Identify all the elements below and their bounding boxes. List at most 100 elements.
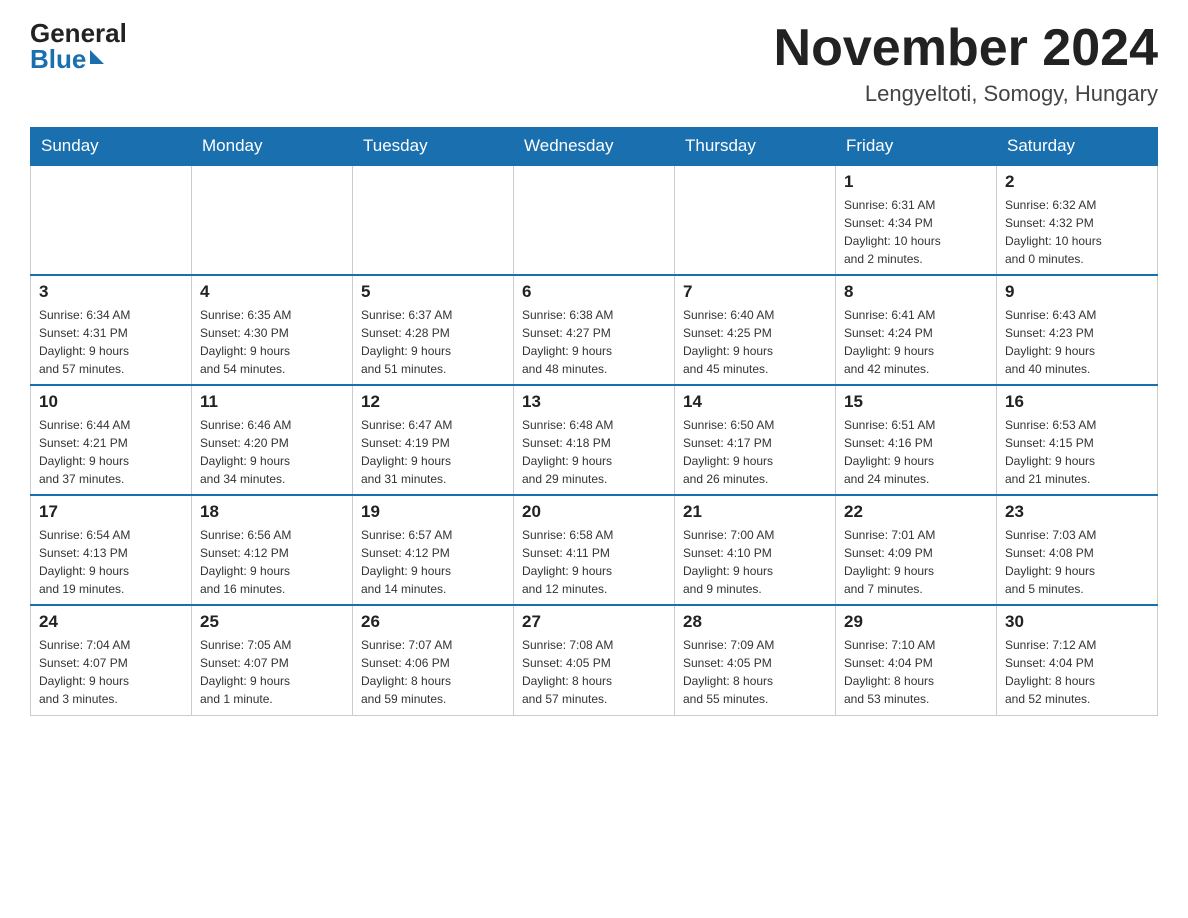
table-row: 3Sunrise: 6:34 AM Sunset: 4:31 PM Daylig…	[31, 275, 192, 385]
day-info: Sunrise: 7:00 AM Sunset: 4:10 PM Dayligh…	[683, 526, 827, 598]
day-info: Sunrise: 6:51 AM Sunset: 4:16 PM Dayligh…	[844, 416, 988, 488]
table-row: 4Sunrise: 6:35 AM Sunset: 4:30 PM Daylig…	[192, 275, 353, 385]
table-row: 18 Sunrise: 6:56 AM Sunset: 4:12 PM Dayli…	[192, 495, 353, 605]
header-saturday: Saturday	[997, 128, 1158, 166]
day-info: Sunrise: 6:54 AM Sunset: 4:13 PM Dayligh…	[39, 526, 183, 598]
table-row: 1 Sunrise: 6:31 AM Sunset: 4:34 PM Daylig…	[836, 165, 997, 275]
table-row	[31, 165, 192, 275]
table-row	[514, 165, 675, 275]
table-row: 15 Sunrise: 6:51 AM Sunset: 4:16 PM Dayli…	[836, 385, 997, 495]
header-wednesday: Wednesday	[514, 128, 675, 166]
table-row	[353, 165, 514, 275]
day-info: Sunrise: 6:53 AM Sunset: 4:15 PM Dayligh…	[1005, 416, 1149, 488]
day-number: 17	[39, 502, 183, 522]
table-row: 22 Sunrise: 7:01 AM Sunset: 4:09 PM Dayli…	[836, 495, 997, 605]
day-number: 10	[39, 392, 183, 412]
page-header: General Blue November 2024 Lengyeltoti, …	[30, 20, 1158, 107]
day-number: 2	[1005, 172, 1149, 192]
logo-blue-text: Blue	[30, 46, 104, 72]
table-row: 30Sunrise: 7:12 AM Sunset: 4:04 PM Dayli…	[997, 605, 1158, 715]
day-info: Sunrise: 7:04 AM Sunset: 4:07 PM Dayligh…	[39, 636, 183, 708]
day-info: Sunrise: 7:03 AM Sunset: 4:08 PM Dayligh…	[1005, 526, 1149, 598]
table-row: 27 Sunrise: 7:08 AM Sunset: 4:05 PM Dayli…	[514, 605, 675, 715]
table-row: 25Sunrise: 7:05 AM Sunset: 4:07 PM Dayli…	[192, 605, 353, 715]
day-info: Sunrise: 6:43 AM Sunset: 4:23 PM Dayligh…	[1005, 306, 1149, 378]
header-tuesday: Tuesday	[353, 128, 514, 166]
calendar-week-row: 10 Sunrise: 6:44 AM Sunset: 4:21 PM Dayli…	[31, 385, 1158, 495]
header-sunday: Sunday	[31, 128, 192, 166]
day-number: 7	[683, 282, 827, 302]
day-number: 13	[522, 392, 666, 412]
day-info: Sunrise: 6:37 AM Sunset: 4:28 PM Dayligh…	[361, 306, 505, 378]
day-number: 24	[39, 612, 183, 632]
calendar-header-row: Sunday Monday Tuesday Wednesday Thursday…	[31, 128, 1158, 166]
day-number: 14	[683, 392, 827, 412]
table-row: 13 Sunrise: 6:48 AM Sunset: 4:18 PM Dayli…	[514, 385, 675, 495]
table-row: 28Sunrise: 7:09 AM Sunset: 4:05 PM Dayli…	[675, 605, 836, 715]
calendar-week-row: 1 Sunrise: 6:31 AM Sunset: 4:34 PM Daylig…	[31, 165, 1158, 275]
day-number: 19	[361, 502, 505, 522]
day-info: Sunrise: 7:07 AM Sunset: 4:06 PM Dayligh…	[361, 636, 505, 708]
day-info: Sunrise: 6:31 AM Sunset: 4:34 PM Dayligh…	[844, 196, 988, 268]
day-number: 22	[844, 502, 988, 522]
day-number: 15	[844, 392, 988, 412]
day-info: Sunrise: 6:34 AM Sunset: 4:31 PM Dayligh…	[39, 306, 183, 378]
day-info: Sunrise: 6:50 AM Sunset: 4:17 PM Dayligh…	[683, 416, 827, 488]
logo-triangle-icon	[90, 50, 104, 64]
day-number: 26	[361, 612, 505, 632]
day-number: 29	[844, 612, 988, 632]
table-row: 9 Sunrise: 6:43 AM Sunset: 4:23 PM Daylig…	[997, 275, 1158, 385]
day-number: 9	[1005, 282, 1149, 302]
day-number: 6	[522, 282, 666, 302]
day-number: 27	[522, 612, 666, 632]
calendar-table: Sunday Monday Tuesday Wednesday Thursday…	[30, 127, 1158, 716]
table-row: 10 Sunrise: 6:44 AM Sunset: 4:21 PM Dayli…	[31, 385, 192, 495]
calendar-week-row: 24 Sunrise: 7:04 AM Sunset: 4:07 PM Dayli…	[31, 605, 1158, 715]
table-row: 20 Sunrise: 6:58 AM Sunset: 4:11 PM Dayli…	[514, 495, 675, 605]
day-number: 16	[1005, 392, 1149, 412]
day-info: Sunrise: 6:32 AM Sunset: 4:32 PM Dayligh…	[1005, 196, 1149, 268]
day-number: 25	[200, 612, 344, 632]
table-row: 21 Sunrise: 7:00 AM Sunset: 4:10 PM Dayli…	[675, 495, 836, 605]
day-info: Sunrise: 7:01 AM Sunset: 4:09 PM Dayligh…	[844, 526, 988, 598]
table-row: 26 Sunrise: 7:07 AM Sunset: 4:06 PM Dayli…	[353, 605, 514, 715]
day-number: 20	[522, 502, 666, 522]
day-info: Sunrise: 7:10 AM Sunset: 4:04 PM Dayligh…	[844, 636, 988, 708]
table-row: 23 Sunrise: 7:03 AM Sunset: 4:08 PM Dayli…	[997, 495, 1158, 605]
day-info: Sunrise: 6:38 AM Sunset: 4:27 PM Dayligh…	[522, 306, 666, 378]
title-area: November 2024 Lengyeltoti, Somogy, Hunga…	[774, 20, 1158, 107]
table-row: 19Sunrise: 6:57 AM Sunset: 4:12 PM Dayli…	[353, 495, 514, 605]
header-friday: Friday	[836, 128, 997, 166]
table-row	[192, 165, 353, 275]
day-info: Sunrise: 6:46 AM Sunset: 4:20 PM Dayligh…	[200, 416, 344, 488]
logo: General Blue	[30, 20, 127, 72]
table-row: 7Sunrise: 6:40 AM Sunset: 4:25 PM Daylig…	[675, 275, 836, 385]
day-info: Sunrise: 6:47 AM Sunset: 4:19 PM Dayligh…	[361, 416, 505, 488]
day-number: 1	[844, 172, 988, 192]
table-row: 16 Sunrise: 6:53 AM Sunset: 4:15 PM Dayli…	[997, 385, 1158, 495]
table-row: 17 Sunrise: 6:54 AM Sunset: 4:13 PM Dayli…	[31, 495, 192, 605]
day-info: Sunrise: 6:58 AM Sunset: 4:11 PM Dayligh…	[522, 526, 666, 598]
day-number: 21	[683, 502, 827, 522]
day-info: Sunrise: 7:08 AM Sunset: 4:05 PM Dayligh…	[522, 636, 666, 708]
day-info: Sunrise: 7:12 AM Sunset: 4:04 PM Dayligh…	[1005, 636, 1149, 708]
header-monday: Monday	[192, 128, 353, 166]
table-row	[675, 165, 836, 275]
table-row: 11Sunrise: 6:46 AM Sunset: 4:20 PM Dayli…	[192, 385, 353, 495]
day-number: 18	[200, 502, 344, 522]
location-subtitle: Lengyeltoti, Somogy, Hungary	[774, 81, 1158, 107]
day-number: 4	[200, 282, 344, 302]
day-number: 5	[361, 282, 505, 302]
table-row: 2 Sunrise: 6:32 AM Sunset: 4:32 PM Daylig…	[997, 165, 1158, 275]
table-row: 12Sunrise: 6:47 AM Sunset: 4:19 PM Dayli…	[353, 385, 514, 495]
table-row: 8Sunrise: 6:41 AM Sunset: 4:24 PM Daylig…	[836, 275, 997, 385]
calendar-week-row: 3Sunrise: 6:34 AM Sunset: 4:31 PM Daylig…	[31, 275, 1158, 385]
table-row: 29 Sunrise: 7:10 AM Sunset: 4:04 PM Dayli…	[836, 605, 997, 715]
table-row: 14 Sunrise: 6:50 AM Sunset: 4:17 PM Dayli…	[675, 385, 836, 495]
day-info: Sunrise: 6:48 AM Sunset: 4:18 PM Dayligh…	[522, 416, 666, 488]
day-number: 28	[683, 612, 827, 632]
day-number: 23	[1005, 502, 1149, 522]
header-thursday: Thursday	[675, 128, 836, 166]
day-info: Sunrise: 6:56 AM Sunset: 4:12 PM Dayligh…	[200, 526, 344, 598]
day-info: Sunrise: 6:44 AM Sunset: 4:21 PM Dayligh…	[39, 416, 183, 488]
